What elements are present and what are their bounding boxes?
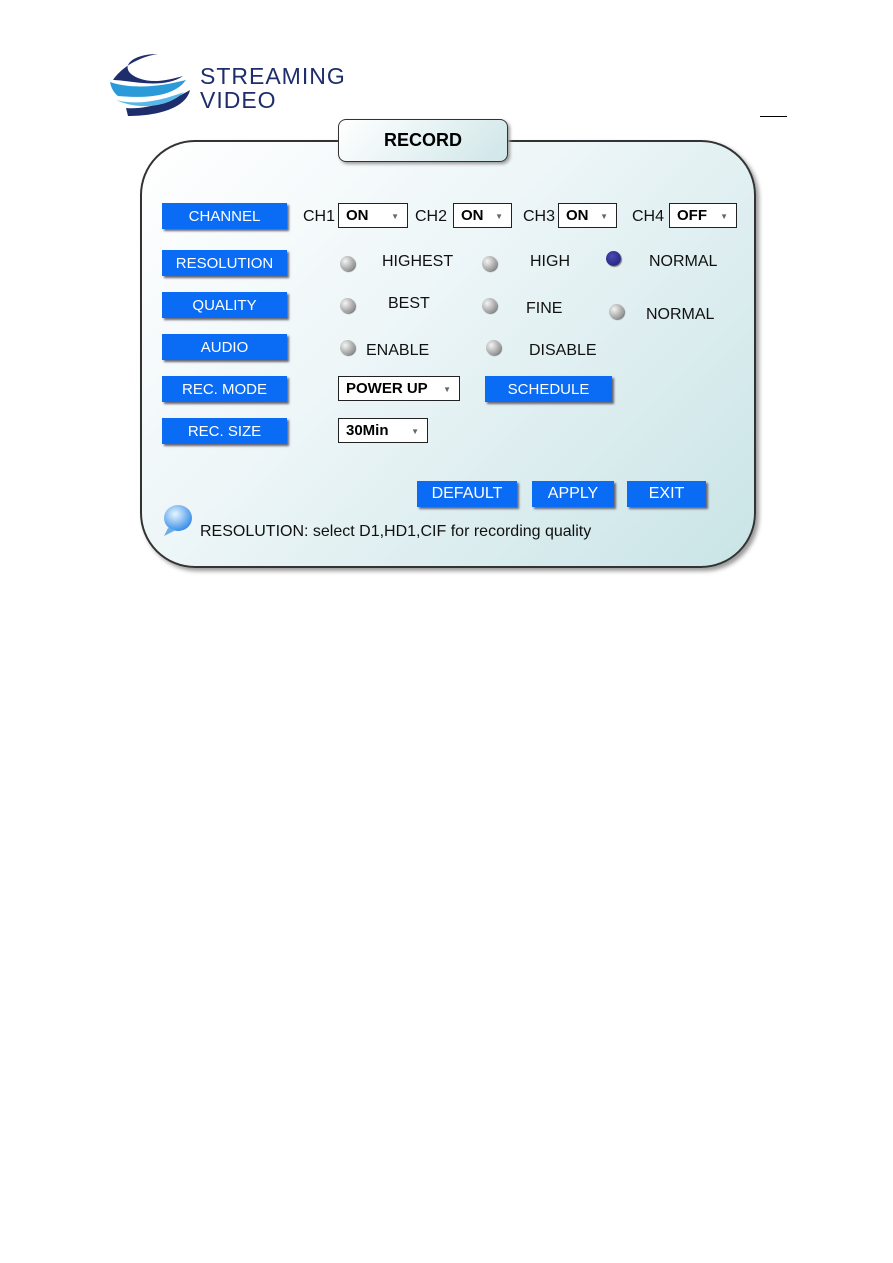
resolution-label-button[interactable]: RESOLUTION xyxy=(162,250,287,276)
exit-button[interactable]: EXIT xyxy=(627,481,706,507)
ch4-value: OFF xyxy=(677,207,707,224)
audio-label-button[interactable]: AUDIO xyxy=(162,334,287,360)
quality-fine-label: FINE xyxy=(526,300,563,317)
radio-resolution-high[interactable] xyxy=(482,256,497,271)
radio-quality-normal[interactable] xyxy=(609,304,624,319)
logo-waves-icon xyxy=(110,54,190,116)
rec-mode-dropdown[interactable]: POWER UP ▼ xyxy=(338,376,460,401)
default-button[interactable]: DEFAULT xyxy=(417,481,517,507)
ch4-dropdown[interactable]: OFF ▼ xyxy=(669,203,737,228)
dropdown-arrow-icon: ▼ xyxy=(720,212,728,221)
rec-mode-label-button[interactable]: REC. MODE xyxy=(162,376,287,402)
apply-button[interactable]: APPLY xyxy=(532,481,614,507)
page-title: RECORD xyxy=(338,119,508,162)
logo-line1: STREAMING xyxy=(200,63,346,89)
radio-resolution-normal[interactable] xyxy=(606,251,621,266)
speech-bubble-icon xyxy=(164,505,192,536)
schedule-button[interactable]: SCHEDULE xyxy=(485,376,612,402)
radio-audio-enable[interactable] xyxy=(340,340,355,355)
logo: STREAMING VIDEO xyxy=(108,50,345,118)
resolution-highest-label: HIGHEST xyxy=(382,253,454,270)
rec-size-dropdown[interactable]: 30Min ▼ xyxy=(338,418,428,443)
rec-size-label-button[interactable]: REC. SIZE xyxy=(162,418,287,444)
resolution-normal-label: NORMAL xyxy=(649,253,718,270)
rec-size-value: 30Min xyxy=(346,422,389,439)
quality-best-label: BEST xyxy=(388,295,430,312)
channel-label-button[interactable]: CHANNEL xyxy=(162,203,287,229)
logo-line2: VIDEO xyxy=(200,87,277,113)
ch1-dropdown[interactable]: ON ▼ xyxy=(338,203,408,228)
ch2-value: ON xyxy=(461,207,484,224)
audio-enable-label: ENABLE xyxy=(366,342,430,359)
radio-quality-best[interactable] xyxy=(340,298,355,313)
ch4-label: CH4 xyxy=(632,208,665,225)
ch1-label: CH1 xyxy=(303,208,336,225)
ch3-label: CH3 xyxy=(523,208,556,225)
radio-audio-disable[interactable] xyxy=(486,340,501,355)
ch2-dropdown[interactable]: ON ▼ xyxy=(453,203,512,228)
dropdown-arrow-icon: ▼ xyxy=(600,212,608,221)
ch3-dropdown[interactable]: ON ▼ xyxy=(558,203,617,228)
quality-label-button[interactable]: QUALITY xyxy=(162,292,287,318)
dropdown-arrow-icon: ▼ xyxy=(495,212,503,221)
ch2-label: CH2 xyxy=(415,208,448,225)
dropdown-arrow-icon: ▼ xyxy=(411,427,419,436)
help-tip-text: RESOLUTION: select D1,HD1,CIF for record… xyxy=(200,523,592,540)
ch1-value: ON xyxy=(346,207,369,224)
quality-normal-label: NORMAL xyxy=(646,306,715,323)
resolution-high-label: HIGH xyxy=(530,253,570,270)
radio-resolution-highest[interactable] xyxy=(340,256,355,271)
ch3-value: ON xyxy=(566,207,589,224)
dropdown-arrow-icon: ▼ xyxy=(391,212,399,221)
dropdown-arrow-icon: ▼ xyxy=(443,385,451,394)
audio-disable-label: DISABLE xyxy=(529,342,597,359)
rec-mode-value: POWER UP xyxy=(346,380,428,397)
divider xyxy=(760,116,787,117)
logo-text: STREAMING VIDEO xyxy=(200,64,346,112)
page: STREAMING VIDEO RECORD CHANNEL CH1 ON ▼ C… xyxy=(0,0,893,1263)
radio-quality-fine[interactable] xyxy=(482,298,497,313)
